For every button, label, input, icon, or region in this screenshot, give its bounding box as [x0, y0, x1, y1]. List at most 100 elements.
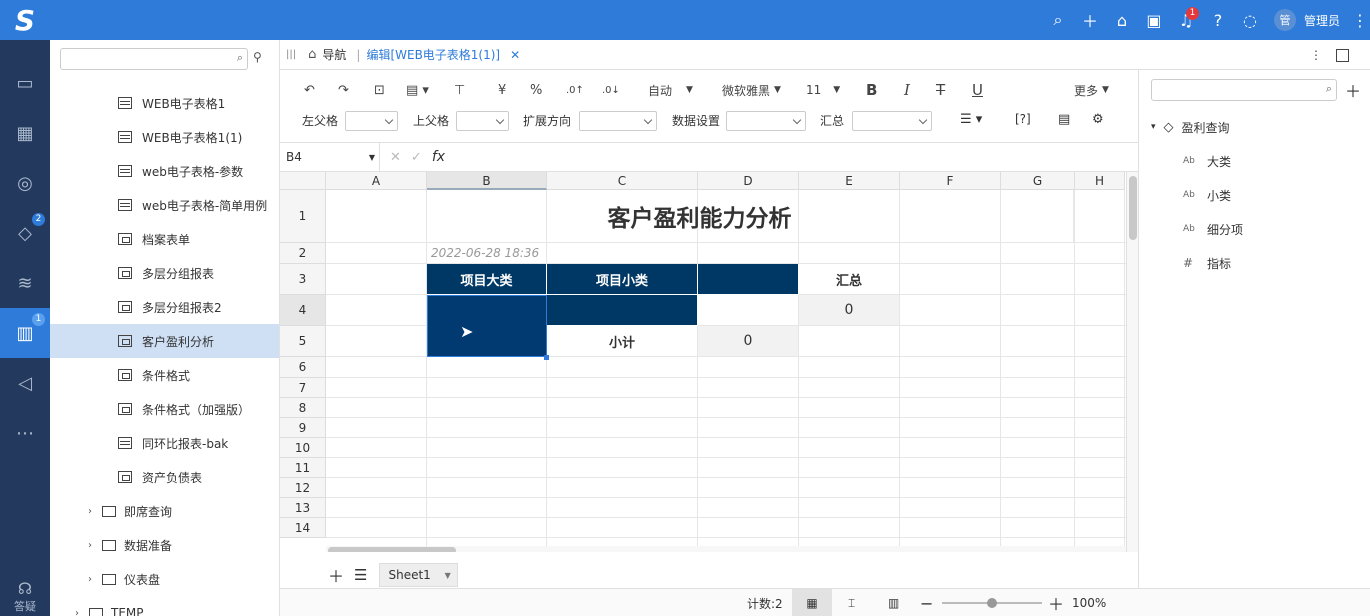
- cube-icon[interactable]: ◇ 2: [0, 208, 50, 258]
- align-icon[interactable]: ☰ ▾: [960, 112, 982, 127]
- tree-folder[interactable]: › 即席查询: [50, 494, 279, 528]
- tree-item[interactable]: WEB电子表格1: [50, 86, 279, 120]
- cell-c4[interactable]: [547, 295, 698, 326]
- cancel-icon[interactable]: ✕: [390, 150, 401, 165]
- italic-button[interactable]: I: [904, 76, 910, 104]
- zoom-out-icon[interactable]: −: [920, 589, 933, 616]
- column-header[interactable]: A: [326, 172, 427, 190]
- tree-item[interactable]: WEB电子表格1(1): [50, 120, 279, 154]
- add-icon[interactable]: ＋: [1345, 78, 1361, 102]
- monitor-icon[interactable]: ▭: [0, 58, 50, 108]
- tab-edit[interactable]: 编辑[WEB电子表格1(1)]: [366, 46, 500, 63]
- row-header[interactable]: 12: [280, 478, 326, 498]
- font-select[interactable]: 微软雅黑 ▼: [722, 76, 781, 104]
- column-header[interactable]: H: [1075, 172, 1125, 190]
- bell-icon[interactable]: ♫ 1: [1170, 0, 1202, 40]
- bold-button[interactable]: B: [866, 76, 877, 104]
- strike-button[interactable]: T: [936, 76, 945, 104]
- header-minor-category[interactable]: 项目小类: [547, 264, 698, 295]
- top-parent-select[interactable]: [456, 111, 509, 131]
- row-header[interactable]: 7: [280, 378, 326, 398]
- header-major-category[interactable]: 项目大类: [427, 264, 547, 295]
- more-menu[interactable]: 更多 ▼: [1074, 76, 1109, 104]
- tree-item[interactable]: 资产负债表: [50, 460, 279, 494]
- number-format-select[interactable]: 自动 ▼: [648, 76, 693, 104]
- underline-button[interactable]: U: [972, 76, 983, 104]
- corner-cell[interactable]: [280, 172, 326, 190]
- percent-button[interactable]: %: [530, 76, 542, 104]
- decimal-decrease-icon[interactable]: .0↓: [602, 76, 620, 104]
- column-header[interactable]: G: [1001, 172, 1075, 190]
- row-header[interactable]: 14: [280, 518, 326, 538]
- column-header[interactable]: D: [698, 172, 799, 190]
- subtotal-label-cell[interactable]: 小计: [547, 326, 698, 357]
- column-header[interactable]: E: [799, 172, 900, 190]
- field-search-input[interactable]: ⌕: [1151, 79, 1337, 101]
- zoom-in-icon[interactable]: ＋: [1048, 589, 1064, 616]
- report-title[interactable]: 客户盈利能力分析: [326, 190, 1074, 243]
- vertical-scrollbar[interactable]: [1126, 172, 1138, 552]
- more-icon[interactable]: ⋯: [0, 408, 50, 458]
- currency-button[interactable]: ¥: [498, 76, 506, 104]
- row-header[interactable]: 10: [280, 438, 326, 458]
- dataset-field[interactable]: # 指标: [1139, 246, 1370, 280]
- layers-icon[interactable]: ≋: [0, 258, 50, 308]
- chevron-right-icon[interactable]: ›: [88, 574, 92, 585]
- dataset-field[interactable]: Ab 小类: [1139, 178, 1370, 212]
- home-icon[interactable]: ⌂: [1106, 0, 1138, 40]
- more-vert-icon[interactable]: ⋮: [1310, 48, 1322, 62]
- tree-item[interactable]: 档案表单: [50, 222, 279, 256]
- tree-item[interactable]: 多层分组报表2: [50, 290, 279, 324]
- save-icon[interactable]: ▤ ▾: [406, 76, 429, 104]
- chevron-right-icon[interactable]: ›: [88, 540, 92, 551]
- zoom-slider-knob[interactable]: [987, 598, 997, 608]
- dataset-field[interactable]: Ab 细分项: [1139, 212, 1370, 246]
- horizontal-scrollbar[interactable]: [326, 546, 1126, 552]
- cell-reference-box[interactable]: B4: [280, 143, 380, 171]
- horizontal-scroll-thumb[interactable]: [328, 547, 456, 552]
- subtotal-value-cell[interactable]: 0: [698, 326, 799, 357]
- sheet-tab-sheet1[interactable]: Sheet1: [379, 563, 458, 587]
- total-value-cell[interactable]: 0: [799, 295, 900, 326]
- header-blank[interactable]: [698, 264, 799, 295]
- redo-icon[interactable]: ↷: [338, 76, 349, 104]
- row-header[interactable]: 1: [280, 190, 326, 243]
- row-header[interactable]: 6: [280, 357, 326, 378]
- more-vert-icon[interactable]: ⋮: [1350, 0, 1370, 40]
- selected-cell-b4[interactable]: [427, 295, 547, 357]
- database-icon[interactable]: ◎: [0, 158, 50, 208]
- window-icon[interactable]: [1336, 48, 1349, 62]
- font-size-select[interactable]: 11 ▼: [806, 76, 840, 104]
- data-settings-select[interactable]: [726, 111, 806, 131]
- add-sheet-icon[interactable]: ＋: [328, 563, 344, 587]
- row-header[interactable]: 3: [280, 264, 326, 295]
- grid-view-icon[interactable]: ▦: [792, 589, 832, 616]
- report-icon[interactable]: ▥ 1: [0, 308, 50, 358]
- tree-folder[interactable]: › TEMP: [50, 596, 279, 616]
- header-total[interactable]: 汇总: [799, 264, 900, 295]
- avatar[interactable]: 管: [1273, 9, 1296, 31]
- page-break-icon[interactable]: ⌶: [848, 589, 855, 616]
- tree-item[interactable]: web电子表格-简单用例: [50, 188, 279, 222]
- tree-item[interactable]: web电子表格-参数: [50, 154, 279, 188]
- chevron-right-icon[interactable]: ›: [88, 506, 92, 517]
- decimal-increase-icon[interactable]: .0↑: [566, 76, 584, 104]
- user-name[interactable]: 管理员: [1304, 12, 1340, 29]
- help-button[interactable]: [?]: [1015, 112, 1031, 126]
- row-header[interactable]: 8: [280, 398, 326, 418]
- summary-select[interactable]: [852, 111, 932, 131]
- add-icon[interactable]: ＋: [1074, 0, 1106, 40]
- home-icon[interactable]: ⌂: [308, 47, 316, 62]
- confirm-icon[interactable]: ✓: [411, 150, 422, 165]
- tree-item[interactable]: 条件格式（加强版）: [50, 392, 279, 426]
- format-painter-icon[interactable]: ⊤: [454, 76, 465, 104]
- column-header[interactable]: C: [547, 172, 698, 190]
- timestamp-cell[interactable]: 2022-06-28 18:36: [427, 243, 547, 264]
- chat-icon[interactable]: ◌: [1234, 0, 1266, 40]
- tree-item[interactable]: 客户盈利分析: [50, 324, 279, 358]
- row-header[interactable]: 13: [280, 498, 326, 518]
- dataset-root[interactable]: ▾ ◇ 盈利查询: [1139, 110, 1370, 144]
- column-header[interactable]: F: [900, 172, 1001, 190]
- dataset-field[interactable]: Ab 大类: [1139, 144, 1370, 178]
- help-icon[interactable]: ?: [1202, 0, 1234, 40]
